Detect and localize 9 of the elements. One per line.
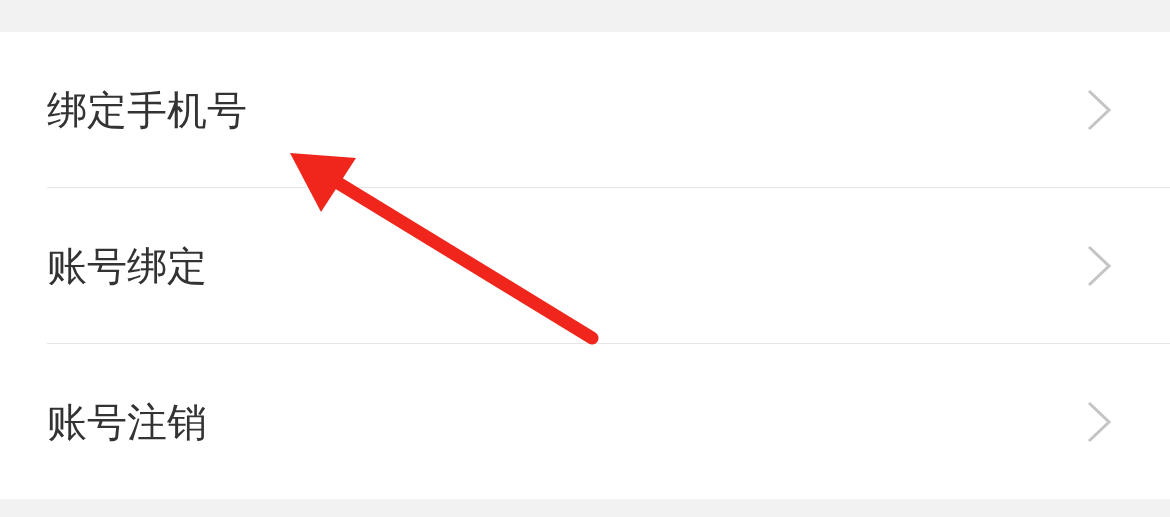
settings-row[interactable]: 账号绑定 — [0, 188, 1170, 343]
chevron-right-icon — [1086, 399, 1112, 444]
row-label: 账号注销 — [47, 397, 207, 447]
row-label: 账号绑定 — [47, 241, 207, 291]
chevron-right-icon — [1086, 87, 1112, 132]
settings-row[interactable]: 绑定手机号 — [0, 32, 1170, 187]
settings-row[interactable]: 账号注销 — [0, 344, 1170, 499]
chevron-right-icon — [1086, 243, 1112, 288]
row-label: 绑定手机号 — [47, 85, 247, 135]
